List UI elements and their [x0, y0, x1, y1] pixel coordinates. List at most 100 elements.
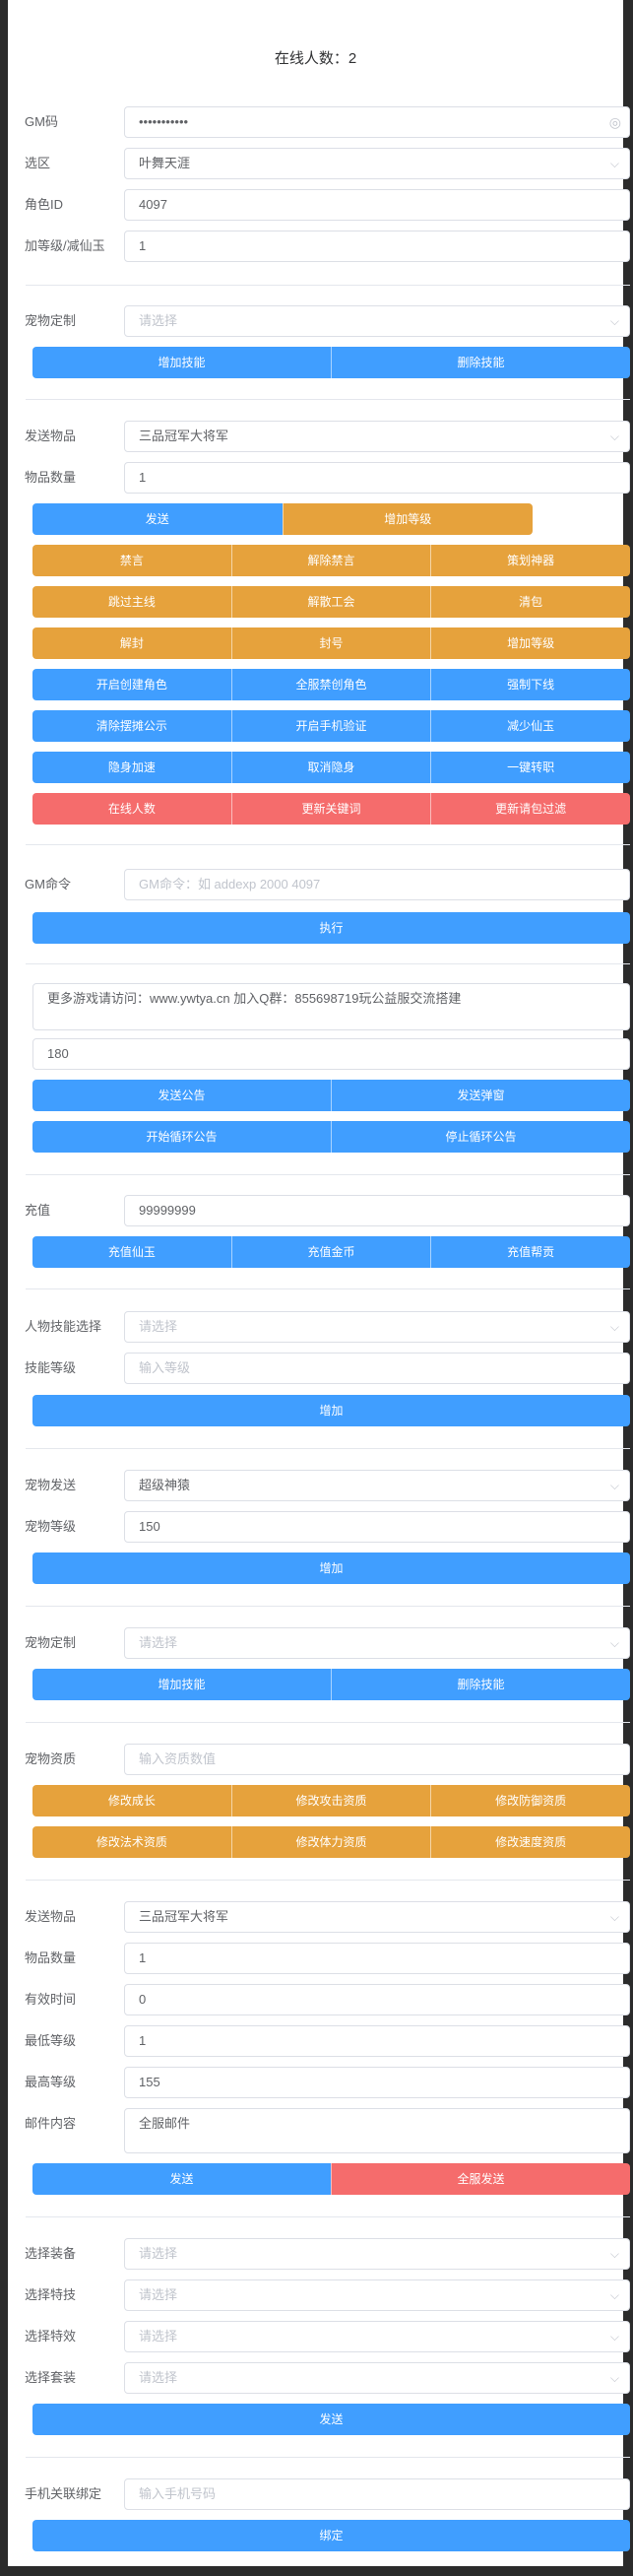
- mail-item-select[interactable]: 三品冠军大将军 ⌵: [124, 1901, 630, 1933]
- recharge-guild-button[interactable]: 充值帮贡: [430, 1236, 630, 1268]
- equip-send-button[interactable]: 发送: [32, 2404, 630, 2435]
- pet-custom-select[interactable]: 请选择 ⌵: [124, 1627, 630, 1659]
- mail-valid-input[interactable]: 0: [124, 1984, 630, 2015]
- stealth-speed-button[interactable]: 隐身加速: [32, 752, 231, 783]
- send-notice-button[interactable]: 发送公告: [32, 1080, 331, 1111]
- recharge-buttons: 充值仙玉 充值金币 充值帮贡: [32, 1236, 630, 1268]
- enable-create-role-button[interactable]: 开启创建角色: [32, 669, 231, 700]
- gm-command-input[interactable]: GM命令：如 addexp 2000 4097: [124, 869, 630, 900]
- stop-loop-notice-button[interactable]: 停止循环公告: [331, 1121, 630, 1153]
- unmute-button[interactable]: 解除禁言: [230, 545, 431, 576]
- reduce-jade-button[interactable]: 减少仙玉: [430, 710, 630, 742]
- set-select[interactable]: 请选择 ⌵: [124, 2362, 630, 2394]
- mail-qty-input[interactable]: 1: [124, 1943, 630, 1974]
- unban-button[interactable]: 解封: [32, 627, 231, 659]
- pet-send-select[interactable]: 超级神猿 ⌵: [124, 1470, 630, 1501]
- execute-button[interactable]: 执行: [32, 912, 630, 944]
- add-pet-button[interactable]: 增加: [32, 1552, 630, 1584]
- skill-select[interactable]: 请选择 ⌵: [124, 1311, 630, 1343]
- pet-custom-label: 宠物定制: [25, 313, 77, 328]
- divider: [26, 963, 630, 964]
- mail-send-button[interactable]: 发送: [32, 2163, 331, 2195]
- send-item-select[interactable]: 三品冠军大将军 ⌵: [124, 421, 630, 452]
- clear-bag-button[interactable]: 清包: [430, 586, 630, 618]
- modify-speed-button[interactable]: 修改速度资质: [430, 1826, 630, 1858]
- mail-send-all-button[interactable]: 全服发送: [331, 2163, 630, 2195]
- action-row-7: 在线人数 更新关键词 更新请包过滤: [32, 793, 630, 825]
- mail-max-level-input[interactable]: 155: [124, 2067, 630, 2098]
- bind-button[interactable]: 绑定: [32, 2520, 630, 2551]
- level-jade-input[interactable]: 1: [124, 231, 630, 262]
- enable-phone-verify-button[interactable]: 开启手机验证: [230, 710, 431, 742]
- add-skill-level-button[interactable]: 增加: [32, 1395, 630, 1426]
- send-button[interactable]: 发送: [32, 503, 283, 535]
- gm-code-input[interactable]: ••••••••••• ◎: [124, 106, 630, 138]
- send-item-label: 发送物品: [25, 429, 77, 443]
- recharge-gold-button[interactable]: 充值金币: [230, 1236, 431, 1268]
- pet-aptitude-label: 宠物资质: [25, 1751, 77, 1766]
- notice-buttons-2: 开始循环公告 停止循环公告: [32, 1121, 630, 1153]
- action-row-5: 清除摆摊公示 开启手机验证 减少仙玉: [32, 710, 630, 742]
- mail-min-level-input[interactable]: 1: [124, 2025, 630, 2057]
- disable-create-role-button[interactable]: 全服禁创角色: [230, 669, 431, 700]
- mail-valid-label: 有效时间: [25, 1992, 77, 2007]
- online-count-button[interactable]: 在线人数: [32, 793, 231, 825]
- modify-growth-button[interactable]: 修改成长: [32, 1785, 231, 1816]
- trick-select[interactable]: 请选择 ⌵: [124, 2279, 630, 2311]
- equip-label: 选择装备: [25, 2246, 77, 2261]
- artifact-button[interactable]: 策划神器: [430, 545, 630, 576]
- equip-buttons: 发送: [32, 2404, 630, 2435]
- add-skill-button[interactable]: 增加技能: [32, 1669, 331, 1700]
- skill-level-input[interactable]: 输入等级: [124, 1353, 630, 1384]
- modify-defense-button[interactable]: 修改防御资质: [430, 1785, 630, 1816]
- effect-label: 选择特效: [25, 2329, 77, 2344]
- add-level-button[interactable]: 增加等级: [282, 503, 533, 535]
- role-id-input[interactable]: 4097: [124, 189, 630, 221]
- force-offline-button[interactable]: 强制下线: [430, 669, 630, 700]
- notice-textarea[interactable]: 更多游戏请访问：www.ywtya.cn 加入Q群：855698719玩公益服交…: [32, 983, 630, 1030]
- equip-select[interactable]: 请选择 ⌵: [124, 2238, 630, 2270]
- start-loop-notice-button[interactable]: 开始循环公告: [32, 1121, 331, 1153]
- change-class-button[interactable]: 一键转职: [430, 752, 630, 783]
- delete-skill-button[interactable]: 删除技能: [331, 347, 630, 378]
- skill-buttons: 增加: [32, 1395, 630, 1426]
- cancel-stealth-button[interactable]: 取消隐身: [230, 752, 431, 783]
- action-row-3: 解封 封号 增加等级: [32, 627, 630, 659]
- window-frame-left: [0, 0, 8, 2576]
- modify-stamina-button[interactable]: 修改体力资质: [230, 1826, 431, 1858]
- divider: [26, 1288, 630, 1289]
- chevron-down-icon: ⌵: [609, 1910, 619, 1924]
- update-keywords-button[interactable]: 更新关键词: [230, 793, 431, 825]
- effect-select[interactable]: 请选择 ⌵: [124, 2321, 630, 2352]
- mail-content-textarea[interactable]: 全服邮件: [124, 2108, 630, 2153]
- delete-skill-button[interactable]: 删除技能: [331, 1669, 630, 1700]
- pet-level-input[interactable]: 150: [124, 1511, 630, 1543]
- item-qty-input[interactable]: 1: [124, 462, 630, 494]
- mail-max-level-label: 最高等级: [25, 2075, 77, 2089]
- online-count-title: 在线人数：2: [274, 50, 357, 67]
- pet-aptitude-input[interactable]: 输入资质数值: [124, 1744, 630, 1775]
- modify-magic-button[interactable]: 修改法术资质: [32, 1826, 231, 1858]
- phone-input[interactable]: 输入手机号码: [124, 2478, 630, 2510]
- increase-level-button[interactable]: 增加等级: [430, 627, 630, 659]
- recharge-input[interactable]: 99999999: [124, 1195, 630, 1226]
- skip-mainline-button[interactable]: 跳过主线: [32, 586, 231, 618]
- set-label: 选择套装: [25, 2370, 77, 2385]
- pet-custom-label: 宠物定制: [25, 1635, 77, 1650]
- clear-stall-notice-button[interactable]: 清除摆摊公示: [32, 710, 231, 742]
- dissolve-guild-button[interactable]: 解散工会: [230, 586, 431, 618]
- server-select[interactable]: 叶舞天涯 ⌵: [124, 148, 630, 179]
- mute-button[interactable]: 禁言: [32, 545, 231, 576]
- notice-interval-input[interactable]: 180: [32, 1038, 630, 1070]
- update-filter-button[interactable]: 更新请包过滤: [430, 793, 630, 825]
- eye-icon[interactable]: ◎: [609, 107, 621, 137]
- chevron-down-icon: ⌵: [609, 2288, 619, 2302]
- chevron-down-icon: ⌵: [609, 1636, 619, 1650]
- modify-attack-button[interactable]: 修改攻击资质: [230, 1785, 431, 1816]
- divider: [26, 285, 630, 286]
- add-skill-button[interactable]: 增加技能: [32, 347, 331, 378]
- ban-button[interactable]: 封号: [230, 627, 431, 659]
- send-popup-button[interactable]: 发送弹窗: [331, 1080, 630, 1111]
- recharge-jade-button[interactable]: 充值仙玉: [32, 1236, 231, 1268]
- pet-custom-select[interactable]: 请选择 ⌵: [124, 305, 630, 337]
